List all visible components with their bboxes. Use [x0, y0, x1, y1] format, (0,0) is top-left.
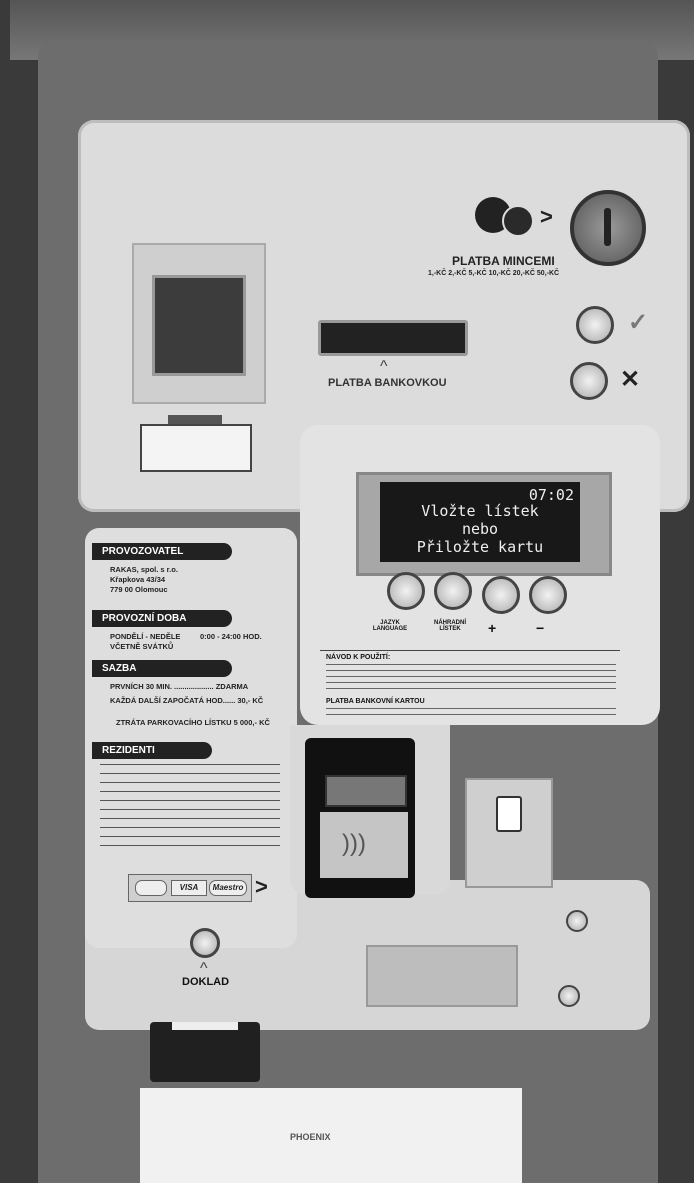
rate-lost-ticket: ZTRÁTA PARKOVACÍHO LÍSTKU 5 000,- KČ [116, 718, 270, 727]
rate-first: PRVNÍCH 30 MIN. ................... ZDAR… [110, 682, 249, 691]
lost-ticket-label: NÁHRADNÍ LÍSTEK [434, 620, 466, 632]
coin-logo-icon-second [502, 205, 534, 237]
residents-header: REZIDENTI [92, 742, 212, 759]
receipt-label: DOKLAD [182, 976, 230, 988]
card-insert-icon [465, 778, 553, 888]
hours-holidays: VČETNĚ SVÁTKŮ [110, 642, 174, 651]
chevron-right-icon: > [540, 204, 553, 229]
banknote-label: PLATBA BANKOVKOU [328, 377, 447, 389]
operator-line-3: 779 00 Olomouc [110, 585, 168, 594]
plus-button[interactable] [482, 576, 520, 614]
card-instructions-text [326, 708, 616, 720]
receipt-button[interactable] [190, 928, 220, 958]
language-label: JAZYK LANGUAGE [372, 620, 408, 632]
instructions-title: NÁVOD K POUŽITÍ: [326, 654, 391, 661]
divider [320, 650, 620, 651]
minus-icon: − [536, 620, 545, 636]
operator-line-2: Křapkova 43/34 [110, 575, 166, 584]
confirm-button[interactable] [576, 306, 614, 344]
card-payment-title: PLATBA BANKOVNÍ KARTOU [326, 698, 425, 705]
coin-values: 1,-KČ 2,-KČ 5,-KČ 10,-KČ 20,-KČ 50,-KČ [428, 270, 560, 277]
coin-payment-title: PLATBA MINCEMI [452, 254, 555, 268]
indicator-light [558, 985, 580, 1007]
instructions-text [326, 664, 616, 694]
check-icon: ✓ [628, 309, 649, 336]
footer-brand: PHOENIX [290, 1132, 331, 1142]
coin-slot[interactable] [570, 190, 646, 266]
chevron-right-icon: > [255, 874, 268, 899]
operator-line-1: RAKAS, spol. s r.o. [110, 565, 178, 574]
ticket-slot[interactable] [152, 275, 246, 376]
display-line-1: Vložte lístek [421, 502, 539, 520]
lcd-display: 07:02 Vložte lístek nebo Přiložte kartu [380, 482, 580, 562]
hours-time: 0:00 - 24:00 HOD. [200, 632, 262, 641]
contactless-icon: ))) [342, 830, 366, 857]
ticket-dispenser[interactable] [150, 1022, 260, 1082]
display-line-3: Přiložte kartu [416, 538, 544, 556]
card-logos: VISA Maestro [128, 874, 252, 902]
card-reader-screen [325, 775, 407, 807]
banknote-slot[interactable] [318, 320, 468, 356]
rate-next: KAŽDÁ DALŠÍ ZAPOČATÁ HOD...... 30,- KČ [110, 696, 264, 705]
caret-up-icon: ^ [380, 358, 388, 375]
operator-header: PROVOZOVATEL [92, 543, 232, 560]
receipt-slot[interactable] [366, 945, 518, 1007]
cancel-button[interactable] [570, 362, 608, 400]
indicator-light [566, 910, 588, 932]
close-icon: ✕ [620, 366, 641, 393]
display-line-2: nebo [461, 520, 499, 538]
maestro-logo: Maestro [209, 880, 247, 896]
plus-icon: + [488, 620, 497, 636]
paper-sheet [140, 1088, 522, 1183]
residents-text [100, 764, 280, 854]
hours-header: PROVOZNÍ DOBA [92, 610, 232, 627]
ticket-paper [172, 1022, 238, 1030]
language-button[interactable] [387, 572, 425, 610]
mastercard-logo-icon [135, 880, 167, 896]
hours-days: PONDĚLÍ - NEDĚLE [110, 632, 181, 641]
card-icon [496, 796, 522, 832]
rates-header: SAZBA [92, 660, 232, 677]
lost-ticket-button[interactable] [434, 572, 472, 610]
ticket-icon [140, 424, 252, 472]
visa-logo: VISA [171, 880, 207, 896]
minus-button[interactable] [529, 576, 567, 614]
